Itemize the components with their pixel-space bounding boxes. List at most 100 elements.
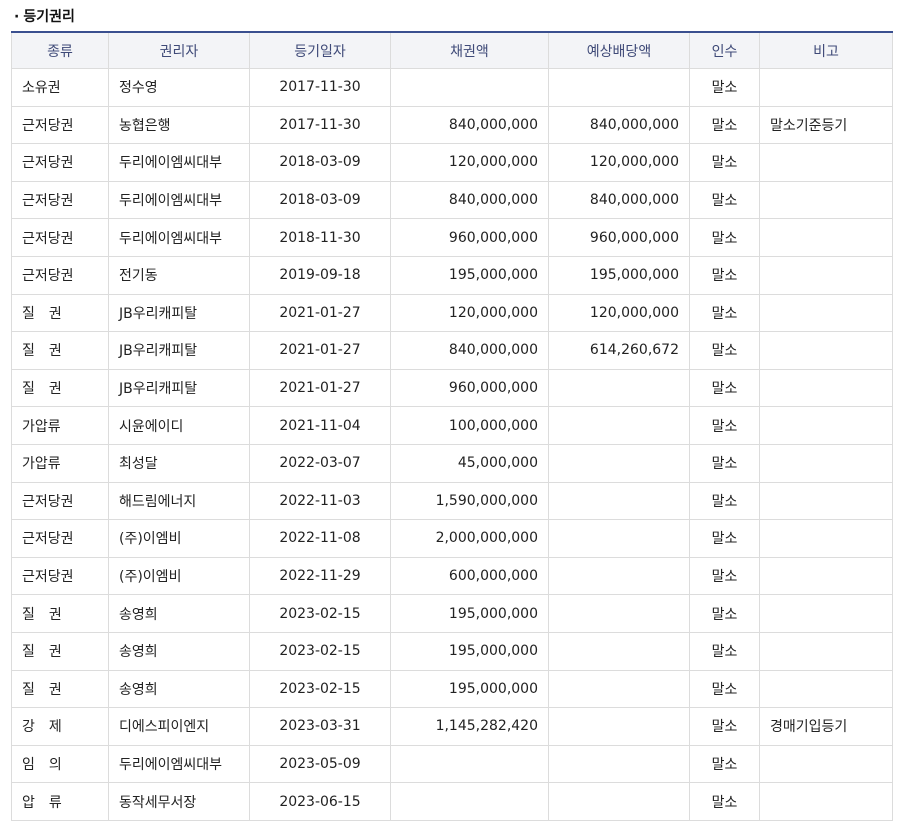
cell-date: 2021-01-27 [249, 293, 391, 333]
cell-takeover: 말소 [689, 669, 760, 709]
cell-note [759, 255, 893, 295]
cell-note: 경매기입등기 [759, 707, 893, 746]
cell-date: 2018-03-09 [249, 143, 391, 182]
cell-amount: 840,000,000 [390, 105, 549, 145]
cell-date: 2021-11-04 [249, 406, 391, 445]
cell-type: 질 권 [11, 331, 109, 370]
cell-type: 근저당권 [11, 105, 109, 145]
table-body: 소유권 정수영 2017-11-30 말소 근저당권 농협은행 2017-11-30 840,… [11, 68, 893, 821]
cell-date: 2017-11-30 [249, 68, 391, 107]
cell-takeover: 말소 [689, 556, 760, 596]
cell-takeover: 말소 [689, 368, 760, 408]
table-row: 질 권 JB우리캐피탈 2021-01-27 840,000,000 614,260,6… [11, 331, 893, 370]
table-row: 소유권 정수영 2017-11-30 말소 [11, 68, 893, 107]
cell-holder: 두리에이엠씨대부 [108, 744, 250, 784]
cell-holder: 시윤에이디 [108, 406, 250, 445]
cell-dividend: 960,000,000 [548, 218, 690, 257]
cell-amount [390, 68, 549, 107]
cell-dividend: 120,000,000 [548, 143, 690, 182]
cell-note [759, 143, 893, 182]
cell-dividend: 840,000,000 [548, 180, 690, 220]
cell-type: 근저당권 [11, 255, 109, 295]
cell-amount: 960,000,000 [390, 368, 549, 408]
cell-note [759, 481, 893, 521]
cell-type: 질 권 [11, 631, 109, 671]
cell-holder: 해드림에너지 [108, 481, 250, 521]
cell-takeover: 말소 [689, 481, 760, 521]
cell-note [759, 368, 893, 408]
cell-dividend [548, 368, 690, 408]
cell-amount [390, 782, 549, 821]
cell-takeover: 말소 [689, 255, 760, 295]
cell-holder: 두리에이엠씨대부 [108, 143, 250, 182]
cell-date: 2023-02-15 [249, 594, 391, 633]
cell-type: 근저당권 [11, 218, 109, 257]
cell-note [759, 443, 893, 483]
cell-type: 압 류 [11, 782, 109, 821]
cell-type: 가압류 [11, 406, 109, 445]
table-row: 근저당권 해드림에너지 2022-11-03 1,590,000,000 말소 [11, 481, 893, 521]
column-header-date: 등기일자 [249, 32, 391, 69]
cell-amount: 1,145,282,420 [390, 707, 549, 746]
section-title: · 등기권리 [14, 6, 75, 28]
cell-type: 질 권 [11, 293, 109, 333]
table-row: 근저당권 (주)이엠비 2022-11-08 2,000,000,000 말소 [11, 519, 893, 558]
cell-type: 질 권 [11, 594, 109, 633]
table-row: 압 류 동작세무서장 2023-06-15 말소 [11, 782, 893, 821]
cell-type: 가압류 [11, 443, 109, 483]
cell-takeover: 말소 [689, 519, 760, 558]
cell-takeover: 말소 [689, 218, 760, 257]
cell-holder: 두리에이엠씨대부 [108, 218, 250, 257]
cell-type: 질 권 [11, 669, 109, 709]
table-row: 가압류 최성달 2022-03-07 45,000,000 말소 [11, 443, 893, 483]
cell-amount: 100,000,000 [390, 406, 549, 445]
section-bullet: · [14, 9, 20, 25]
cell-type: 임 의 [11, 744, 109, 784]
cell-takeover: 말소 [689, 594, 760, 633]
cell-dividend: 614,260,672 [548, 331, 690, 370]
cell-holder: JB우리캐피탈 [108, 331, 250, 370]
cell-takeover: 말소 [689, 707, 760, 746]
cell-dividend [548, 519, 690, 558]
cell-amount: 840,000,000 [390, 331, 549, 370]
cell-takeover: 말소 [689, 293, 760, 333]
cell-note [759, 631, 893, 671]
cell-date: 2023-02-15 [249, 631, 391, 671]
cell-date: 2021-01-27 [249, 368, 391, 408]
cell-holder: 두리에이엠씨대부 [108, 180, 250, 220]
cell-dividend [548, 744, 690, 784]
cell-date: 2023-03-31 [249, 707, 391, 746]
cell-holder: (주)이엠비 [108, 519, 250, 558]
cell-note [759, 406, 893, 445]
cell-note [759, 180, 893, 220]
cell-takeover: 말소 [689, 631, 760, 671]
cell-date: 2021-01-27 [249, 331, 391, 370]
cell-amount: 195,000,000 [390, 594, 549, 633]
cell-holder: JB우리캐피탈 [108, 368, 250, 408]
table-row: 질 권 JB우리캐피탈 2021-01-27 120,000,000 120,000,0… [11, 293, 893, 333]
column-header-holder: 권리자 [108, 32, 250, 69]
cell-holder: JB우리캐피탈 [108, 293, 250, 333]
cell-holder: 전기동 [108, 255, 250, 295]
cell-type: 근저당권 [11, 519, 109, 558]
cell-dividend [548, 707, 690, 746]
table-row: 가압류 시윤에이디 2021-11-04 100,000,000 말소 [11, 406, 893, 445]
cell-takeover: 말소 [689, 744, 760, 784]
column-header-note: 비고 [759, 32, 893, 69]
cell-amount: 600,000,000 [390, 556, 549, 596]
section-title-text: 등기권리 [23, 9, 75, 25]
cell-amount: 120,000,000 [390, 143, 549, 182]
table-row: 질 권 송영희 2023-02-15 195,000,000 말소 [11, 594, 893, 633]
cell-dividend: 195,000,000 [548, 255, 690, 295]
cell-date: 2022-11-29 [249, 556, 391, 596]
cell-date: 2019-09-18 [249, 255, 391, 295]
table-row: 근저당권 두리에이엠씨대부 2018-03-09 840,000,000 840,000… [11, 180, 893, 220]
cell-type: 강 제 [11, 707, 109, 746]
cell-dividend [548, 669, 690, 709]
cell-holder: 송영희 [108, 594, 250, 633]
table-row: 질 권 송영희 2023-02-15 195,000,000 말소 [11, 631, 893, 671]
cell-type: 근저당권 [11, 180, 109, 220]
table-row: 근저당권 두리에이엠씨대부 2018-03-09 120,000,000 120,000… [11, 143, 893, 182]
table-row: 근저당권 농협은행 2017-11-30 840,000,000 840,000,000… [11, 105, 893, 145]
cell-amount: 45,000,000 [390, 443, 549, 483]
